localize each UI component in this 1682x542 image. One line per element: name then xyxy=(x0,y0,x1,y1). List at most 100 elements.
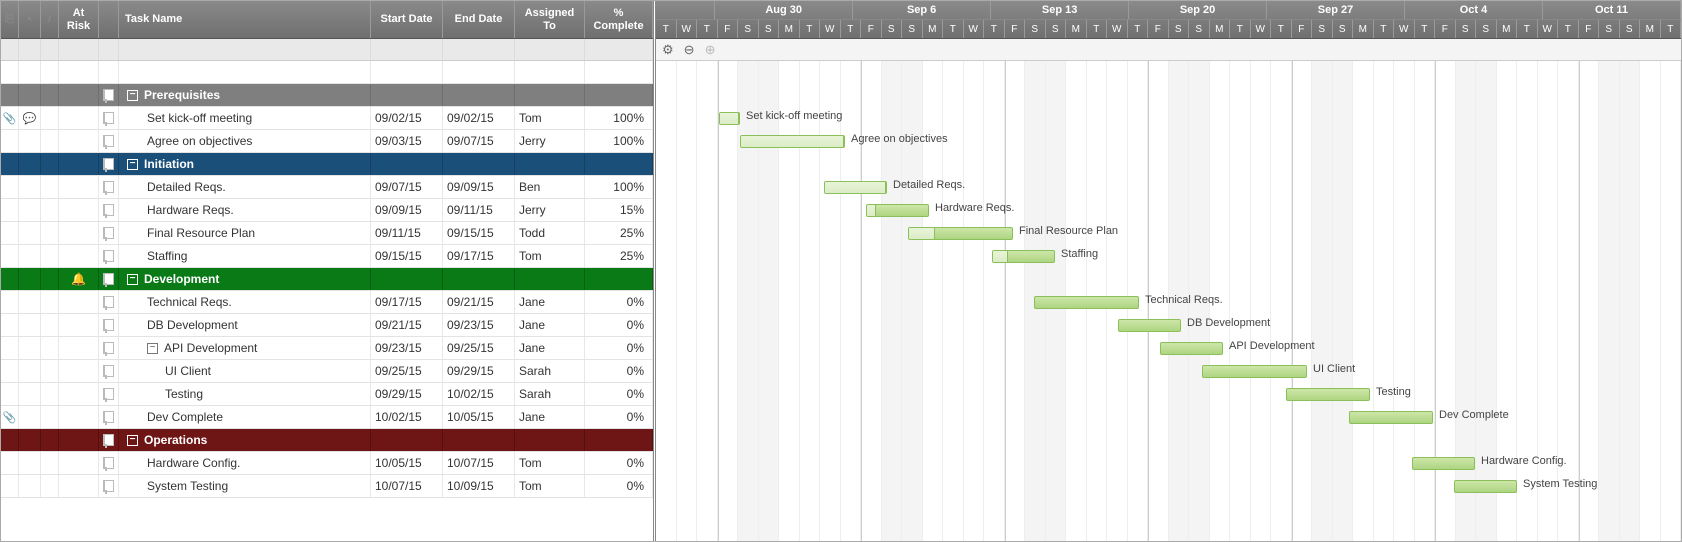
assigned-cell[interactable]: Ben xyxy=(515,176,585,198)
end-date-cell[interactable]: 09/25/15 xyxy=(443,337,515,359)
task-row[interactable]: Hardware Config.10/05/1510/07/15Tom0% xyxy=(1,452,653,475)
flag-icon[interactable] xyxy=(103,388,114,400)
comment-icon[interactable] xyxy=(23,111,37,125)
section-row[interactable]: −Initiation xyxy=(1,153,653,176)
end-date-cell[interactable]: 09/07/15 xyxy=(443,130,515,152)
assigned-cell[interactable] xyxy=(515,429,585,451)
pct-cell[interactable] xyxy=(585,429,653,451)
task-row[interactable]: Final Resource Plan09/11/1509/15/15Todd2… xyxy=(1,222,653,245)
flag-cell[interactable] xyxy=(99,268,119,290)
task-row[interactable]: Hardware Reqs.09/09/1509/11/15Jerry15% xyxy=(1,199,653,222)
risk-cell[interactable] xyxy=(59,107,99,129)
start-date-cell[interactable]: 10/05/15 xyxy=(371,452,443,474)
risk-cell[interactable] xyxy=(59,245,99,267)
start-date-cell[interactable] xyxy=(371,153,443,175)
gantt-bar[interactable] xyxy=(1160,342,1223,355)
assigned-cell[interactable]: Jerry xyxy=(515,130,585,152)
gantt-bar[interactable] xyxy=(1286,388,1370,401)
pct-cell[interactable]: 100% xyxy=(585,107,653,129)
start-date-cell[interactable]: 09/03/15 xyxy=(371,130,443,152)
start-date-cell[interactable]: 09/09/15 xyxy=(371,199,443,221)
gantt-bar[interactable] xyxy=(740,135,845,148)
timeline-week[interactable]: Sep 27 xyxy=(1267,1,1405,19)
task-name-cell[interactable]: −Operations xyxy=(119,429,371,451)
info-cell[interactable] xyxy=(41,452,59,474)
flag-icon[interactable] xyxy=(103,342,114,354)
header-start-date[interactable]: Start Date xyxy=(371,1,443,38)
attachment-cell[interactable] xyxy=(1,222,19,244)
flag-icon[interactable] xyxy=(103,181,114,193)
info-cell[interactable] xyxy=(41,61,59,83)
assigned-cell[interactable]: Sarah xyxy=(515,383,585,405)
timeline-day[interactable]: S xyxy=(1312,20,1333,38)
assigned-cell[interactable] xyxy=(515,268,585,290)
task-row[interactable]: −API Development09/23/1509/25/15Jane0% xyxy=(1,337,653,360)
flag-cell[interactable] xyxy=(99,222,119,244)
assigned-cell[interactable] xyxy=(515,153,585,175)
task-name-cell[interactable]: System Testing xyxy=(119,475,371,497)
task-name-cell[interactable]: Final Resource Plan xyxy=(119,222,371,244)
flag-cell[interactable] xyxy=(99,383,119,405)
header-task-name[interactable]: Task Name xyxy=(119,1,371,38)
header-info-icon[interactable]: i xyxy=(41,1,59,38)
comment-cell[interactable] xyxy=(19,222,41,244)
risk-cell[interactable] xyxy=(59,406,99,428)
start-date-cell[interactable] xyxy=(371,84,443,106)
flag-icon[interactable] xyxy=(103,135,114,147)
timeline-week[interactable]: Sep 6 xyxy=(853,1,991,19)
header-end-date[interactable]: End Date xyxy=(443,1,515,38)
info-cell[interactable] xyxy=(41,153,59,175)
pct-cell[interactable]: 100% xyxy=(585,176,653,198)
timeline-day[interactable]: T xyxy=(841,20,862,38)
risk-cell[interactable] xyxy=(59,314,99,336)
gantt-bar[interactable] xyxy=(824,181,887,194)
task-name-cell[interactable]: −Initiation xyxy=(119,153,371,175)
attachment-cell[interactable] xyxy=(1,61,19,83)
assigned-cell[interactable]: Tom xyxy=(515,245,585,267)
timeline-day[interactable]: T xyxy=(1374,20,1395,38)
header-assigned-to[interactable]: Assigned To xyxy=(515,1,585,38)
start-date-cell[interactable]: 09/15/15 xyxy=(371,245,443,267)
risk-cell[interactable] xyxy=(59,337,99,359)
assigned-cell[interactable]: Sarah xyxy=(515,360,585,382)
timeline-day[interactable]: T xyxy=(1517,20,1538,38)
attachment-cell[interactable] xyxy=(1,176,19,198)
assigned-cell[interactable]: Jane xyxy=(515,406,585,428)
gantt-bar[interactable] xyxy=(992,250,1055,263)
pct-cell[interactable]: 25% xyxy=(585,245,653,267)
assigned-cell[interactable]: Jane xyxy=(515,337,585,359)
risk-cell[interactable] xyxy=(59,222,99,244)
assigned-cell[interactable] xyxy=(515,84,585,106)
info-cell[interactable] xyxy=(41,360,59,382)
flag-icon[interactable] xyxy=(103,480,114,492)
assigned-cell[interactable]: Todd xyxy=(515,222,585,244)
task-name-cell[interactable]: Technical Reqs. xyxy=(119,291,371,313)
flag-icon[interactable] xyxy=(103,250,114,262)
task-name-cell[interactable] xyxy=(119,61,371,83)
task-row[interactable]: Detailed Reqs.09/07/1509/09/15Ben100% xyxy=(1,176,653,199)
info-cell[interactable] xyxy=(41,475,59,497)
end-date-cell[interactable]: 09/15/15 xyxy=(443,222,515,244)
task-row[interactable]: Staffing09/15/1509/17/15Tom25% xyxy=(1,245,653,268)
header-comment-icon[interactable]: ▪ xyxy=(19,1,41,38)
timeline-day[interactable]: T xyxy=(656,20,677,38)
timeline-day[interactable]: T xyxy=(1415,20,1436,38)
flag-cell[interactable] xyxy=(99,176,119,198)
comment-cell[interactable] xyxy=(19,84,41,106)
end-date-cell[interactable] xyxy=(443,268,515,290)
collapse-icon[interactable]: − xyxy=(127,435,138,446)
attachment-cell[interactable] xyxy=(1,383,19,405)
timeline-day[interactable]: T xyxy=(697,20,718,38)
task-row[interactable]: DB Development09/21/1509/23/15Jane0% xyxy=(1,314,653,337)
end-date-cell[interactable] xyxy=(443,61,515,83)
timeline-day[interactable]: M xyxy=(1210,20,1231,38)
info-cell[interactable] xyxy=(41,383,59,405)
task-name-cell[interactable]: Detailed Reqs. xyxy=(119,176,371,198)
info-cell[interactable] xyxy=(41,406,59,428)
timeline-day[interactable]: S xyxy=(738,20,759,38)
attachment-cell[interactable] xyxy=(1,452,19,474)
attachment-cell[interactable] xyxy=(1,337,19,359)
flag-icon[interactable] xyxy=(103,365,114,377)
assigned-cell[interactable]: Tom xyxy=(515,107,585,129)
comment-cell[interactable] xyxy=(19,61,41,83)
